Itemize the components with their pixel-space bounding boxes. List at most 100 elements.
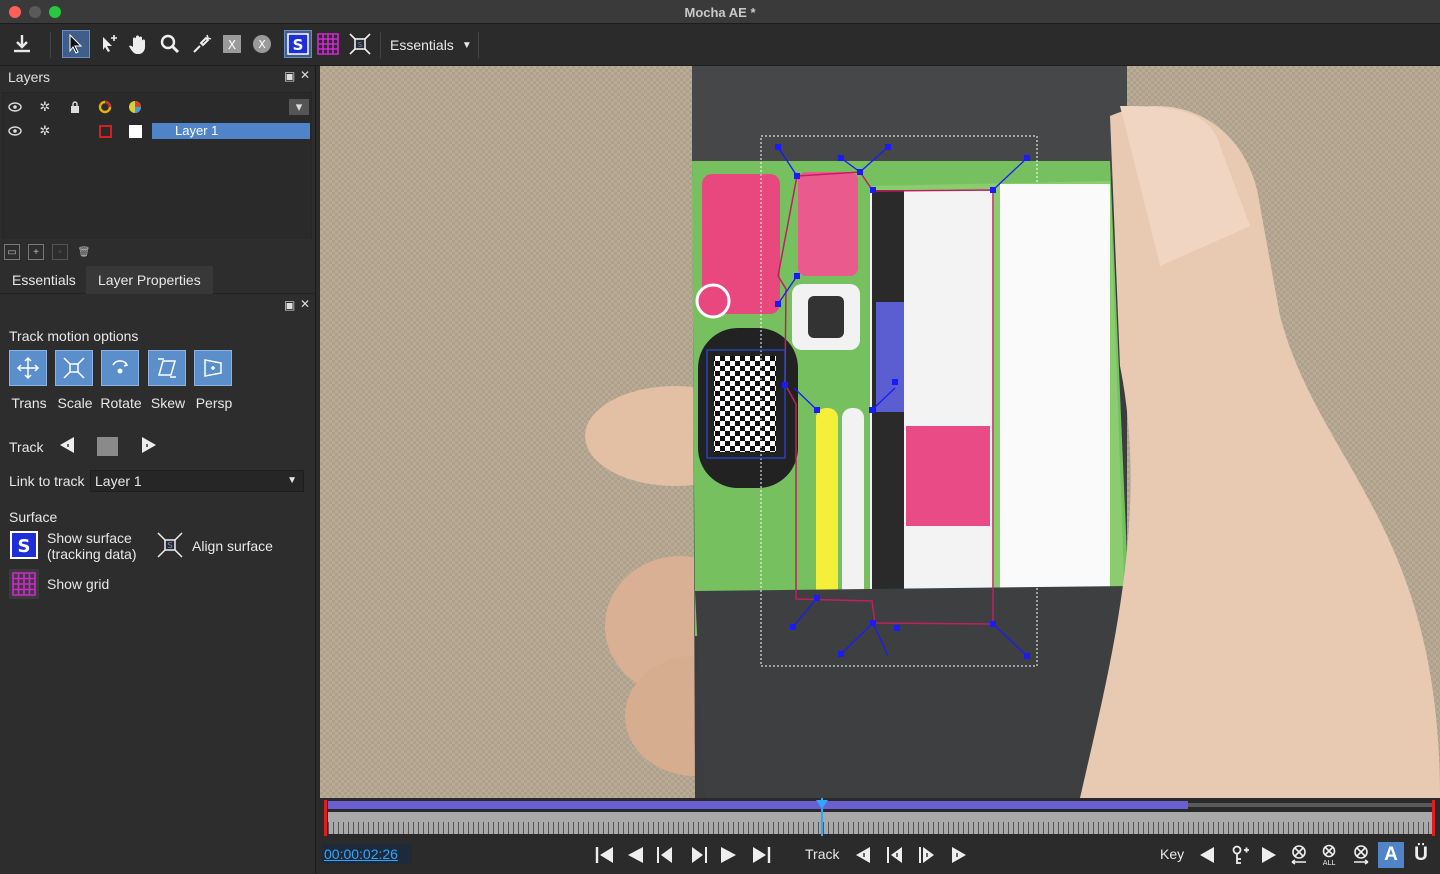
close-icon[interactable]: ✕	[300, 297, 310, 311]
trash-icon[interactable]: 🗑	[76, 244, 92, 260]
hand-icon[interactable]	[124, 30, 152, 58]
title-bar: Mocha AE *	[0, 0, 1440, 24]
bezier-icon[interactable]: X	[248, 30, 276, 58]
timeline-ruler[interactable]	[328, 812, 1434, 834]
show-grid-icon[interactable]	[9, 569, 39, 599]
svg-text:S: S	[167, 541, 172, 550]
track-label: Track	[9, 439, 44, 455]
align-surface-icon[interactable]: S	[155, 530, 185, 560]
link-to-track-label: Link to track	[9, 473, 85, 489]
step-backward-icon[interactable]	[652, 842, 678, 868]
play-forwards-icon[interactable]	[716, 842, 742, 868]
timeline-in-out-range[interactable]	[328, 801, 1188, 809]
svg-text:S: S	[358, 41, 363, 49]
svg-text:X: X	[228, 38, 236, 52]
window-title: Mocha AE *	[684, 5, 756, 20]
add-point-icon[interactable]	[96, 30, 124, 58]
track-step-forward-icon[interactable]	[914, 842, 940, 868]
skew-label: Skew	[150, 395, 186, 411]
layer-color-swatch[interactable]	[97, 123, 113, 139]
in-point-marker[interactable]	[324, 800, 327, 836]
svg-text:S: S	[293, 36, 304, 54]
timeline[interactable]	[320, 798, 1440, 838]
surface-icon[interactable]: S	[284, 30, 312, 58]
skew-toggle[interactable]	[148, 350, 186, 386]
delete-all-keys-icon[interactable]: ALL	[1316, 842, 1342, 868]
layer-menu-icon[interactable]: ▾	[289, 99, 309, 115]
go-to-end-icon[interactable]	[748, 842, 774, 868]
trans-label: Trans	[11, 395, 47, 411]
stop-tracking-button[interactable]	[97, 437, 118, 456]
rotate-toggle[interactable]	[101, 350, 139, 386]
link-to-track-dropdown[interactable]: Layer 1 ▼	[90, 470, 304, 492]
delete-key-forward-icon[interactable]	[1348, 842, 1374, 868]
show-surface-label-line1: Show surface	[47, 530, 132, 546]
chevron-down-icon: ▼	[461, 39, 472, 51]
track-transport-label: Track	[805, 846, 840, 862]
align-icon[interactable]: S	[346, 30, 374, 58]
track-backwards-icon[interactable]	[850, 842, 876, 868]
undock-icon[interactable]: ▣	[284, 298, 295, 312]
track-backwards-button[interactable]	[56, 434, 78, 459]
left-panel: Layers ▣ ✕ ✲ ▾ ✲ Layer 1 ▭ + ▫ 🗑 Essenti…	[0, 66, 316, 874]
go-to-start-icon[interactable]	[592, 842, 618, 868]
x-spline-icon[interactable]: X	[218, 30, 246, 58]
tab-layer-properties[interactable]: Layer Properties	[86, 266, 213, 294]
layer-track-gear-icon[interactable]: ✲	[37, 123, 53, 139]
add-key-icon[interactable]	[1226, 842, 1252, 868]
track-motion-options-title: Track motion options	[9, 328, 139, 344]
layers-list: ✲ ▾ ✲	[2, 92, 312, 238]
track-forwards-icon[interactable]	[946, 842, 972, 868]
main-toolbar: X X S S Essentials ▼	[0, 24, 1440, 66]
show-surface-label-line2: (tracking data)	[47, 546, 137, 562]
duplicate-layer-icon[interactable]: ▫	[52, 244, 68, 260]
show-surface-label: Show surface (tracking data)	[47, 530, 136, 562]
viewer-frame-image	[320, 66, 1440, 798]
track-step-backward-icon[interactable]	[882, 842, 908, 868]
close-icon[interactable]: ✕	[300, 68, 310, 82]
tab-essentials[interactable]: Essentials	[0, 266, 88, 294]
eye-icon	[7, 99, 23, 115]
previous-key-icon[interactable]	[1194, 842, 1220, 868]
track-forwards-button[interactable]	[138, 434, 160, 459]
layer-matte-swatch[interactable]	[127, 123, 143, 139]
auto-key-toggle[interactable]: A	[1378, 842, 1404, 868]
svg-text:ALL: ALL	[1323, 859, 1336, 866]
surface-section-title: Surface	[9, 509, 58, 525]
workspace-label: Essentials	[390, 37, 454, 53]
canvas-viewer[interactable]	[320, 66, 1440, 798]
chevron-down-icon: ▼	[287, 475, 297, 486]
delete-key-icon[interactable]	[1286, 842, 1312, 868]
layers-panel-title: Layers	[8, 69, 51, 85]
svg-text:S: S	[18, 536, 31, 557]
rotate-label: Rotate	[100, 395, 142, 411]
layer-name-layer-1[interactable]: Layer 1	[152, 123, 310, 139]
pen-icon[interactable]	[188, 30, 216, 58]
trans-toggle[interactable]	[9, 350, 47, 386]
new-folder-icon[interactable]: ▭	[4, 244, 20, 260]
update-key-icon[interactable]: Ü	[1408, 842, 1434, 868]
new-layer-icon[interactable]: +	[28, 244, 44, 260]
undock-icon[interactable]: ▣	[284, 69, 295, 83]
color-ring-icon	[97, 99, 113, 115]
zoom-icon[interactable]	[156, 30, 184, 58]
align-surface-label: Align surface	[192, 538, 273, 554]
timecode-field[interactable]: 00:00:02:26	[322, 844, 412, 864]
pointer-icon[interactable]	[62, 30, 90, 58]
out-point-marker[interactable]	[1432, 800, 1435, 836]
grid-icon[interactable]	[314, 30, 342, 58]
svg-text:X: X	[258, 38, 266, 51]
show-surface-icon[interactable]: S	[9, 530, 39, 560]
play-backwards-icon[interactable]	[622, 842, 648, 868]
export-icon[interactable]	[8, 30, 36, 58]
next-key-icon[interactable]	[1256, 842, 1282, 868]
playhead-handle[interactable]	[816, 800, 828, 809]
persp-toggle[interactable]	[194, 350, 232, 386]
workspace-dropdown[interactable]: Essentials ▼	[384, 32, 476, 58]
lock-icon	[67, 99, 83, 115]
gear-icon: ✲	[39, 99, 51, 114]
color-wheel-icon	[127, 99, 143, 115]
scale-toggle[interactable]	[55, 350, 93, 386]
step-forward-icon[interactable]	[686, 842, 712, 868]
layer-visibility-eye-icon[interactable]	[7, 123, 23, 139]
